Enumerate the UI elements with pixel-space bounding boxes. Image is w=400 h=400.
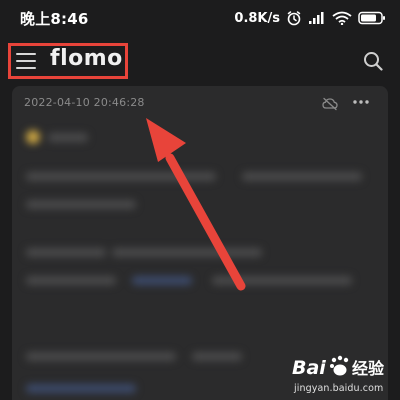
svg-text:Bai: Bai [292,357,326,379]
memo-emoji [26,130,40,144]
alarm-icon [286,10,302,26]
memo-text-line [112,248,262,257]
memo-text-line [26,352,176,361]
memo-text-line [26,172,216,181]
baidu-logo: Bai 经验 [292,355,385,379]
more-dots-icon[interactable] [352,94,370,110]
search-icon[interactable] [362,50,384,72]
status-indicators: 0.8K/s [234,10,386,26]
hamburger-menu-icon[interactable] [16,52,36,70]
svg-text:经验: 经验 [352,359,385,378]
app-title: flomo [50,46,123,71]
memo-text-line [192,352,242,361]
memo-text-line [242,172,362,181]
app-header: flomo [0,38,400,86]
memo-link-line [132,276,192,285]
memo-text-line [26,200,136,209]
cloud-off-icon [322,96,338,111]
status-time: 晚上8:46 [20,9,89,28]
memo-text-line [212,276,352,285]
signal-icon [308,11,326,25]
watermark-url: jingyan.baidu.com [294,383,384,394]
battery-icon [358,11,386,25]
memo-text-line [26,248,106,257]
status-bar: 晚上8:46 0.8K/s [0,0,400,36]
memo-text-line [26,276,116,285]
memo-timestamp: 2022-04-10 20:46:28 [24,96,145,109]
app-screen: 晚上8:46 0.8K/s flomo 2022-04-10 20:46:28 … [0,0,400,400]
memo-link-line [26,384,136,393]
baidu-jingyan-watermark: Bai 经验 jingyan.baidu.com [292,352,396,398]
memo-text-line [48,133,88,142]
wifi-icon [332,11,352,25]
network-speed: 0.8K/s [234,10,280,26]
